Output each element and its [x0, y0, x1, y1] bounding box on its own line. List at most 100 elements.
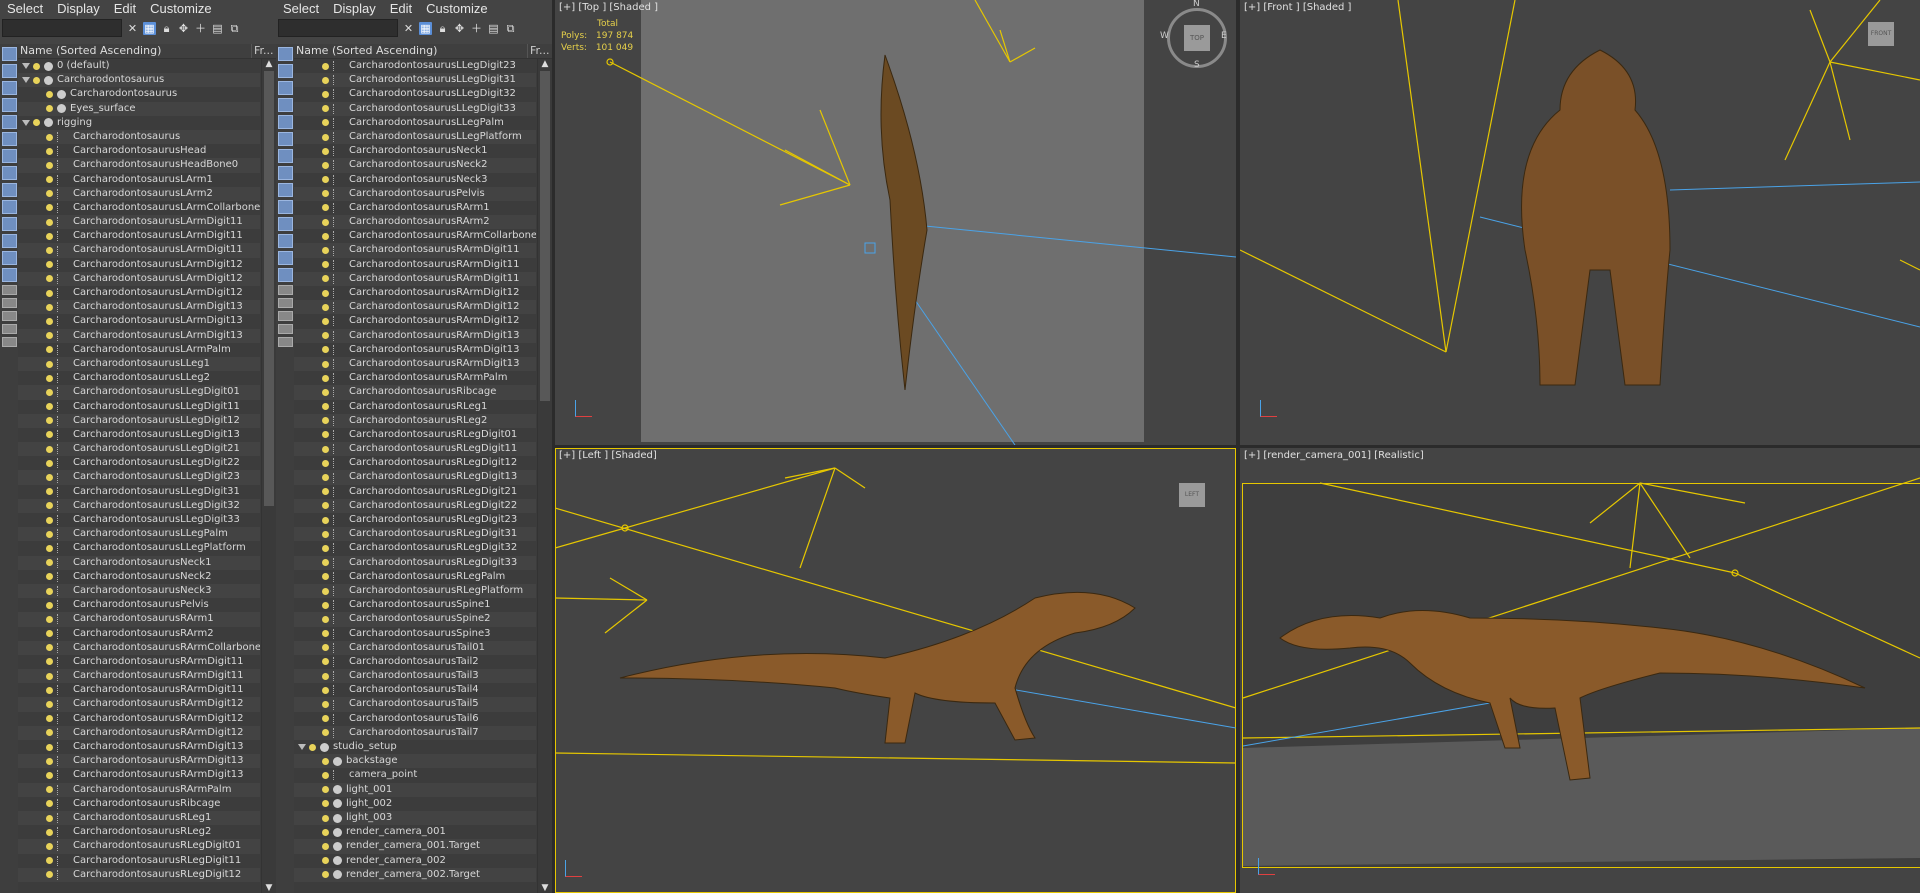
bones-filter-icon[interactable]	[278, 200, 293, 214]
list-item[interactable]: CarcharodontosaurusTail6	[294, 712, 536, 726]
visibility-bulb-icon[interactable]	[46, 771, 53, 779]
list-item[interactable]: Carcharodontosaurus	[18, 73, 260, 88]
list-item[interactable]: CarcharodontosaurusLLegDigit22	[18, 456, 260, 470]
visibility-bulb-icon[interactable]	[46, 247, 53, 255]
list-item[interactable]: CarcharodontosaurusLLegDigit23	[18, 470, 260, 485]
visibility-bulb-icon[interactable]	[322, 800, 329, 808]
visibility-bulb-icon[interactable]	[322, 474, 329, 482]
visibility-bulb-icon[interactable]	[322, 388, 329, 396]
scroll-thumb[interactable]	[540, 71, 550, 401]
visibility-bulb-icon[interactable]	[46, 630, 53, 638]
visibility-bulb-icon[interactable]	[322, 459, 329, 467]
visibility-bulb-icon[interactable]	[46, 133, 53, 141]
list-item[interactable]: Carcharodontosaurus	[18, 87, 260, 101]
visibility-bulb-icon[interactable]	[322, 105, 329, 113]
lights-filter-icon[interactable]	[278, 98, 293, 112]
list-item[interactable]: CarcharodontosaurusLLegDigit32	[18, 498, 260, 513]
list-item[interactable]: CarcharodontosaurusTail4	[294, 683, 536, 697]
visibility-bulb-icon[interactable]	[322, 76, 329, 84]
visibility-bulb-icon[interactable]	[322, 587, 329, 595]
visibility-bulb-icon[interactable]	[46, 573, 53, 581]
menu-display[interactable]: Display	[50, 1, 107, 16]
list-item[interactable]: CarcharodontosaurusRLeg2	[294, 413, 536, 428]
list-item[interactable]: CarcharodontosaurusLLegDigit13	[18, 428, 260, 442]
scroll-down-icon[interactable]: ▼	[262, 883, 276, 893]
options-icon[interactable]	[2, 337, 17, 347]
viewport-label[interactable]: [+] [Left ] [Shaded]	[559, 450, 657, 461]
visibility-bulb-icon[interactable]	[322, 729, 329, 737]
list-item[interactable]: CarcharodontosaurusLLegDigit33	[18, 513, 260, 527]
list-item[interactable]: CarcharodontosaurusLLegDigit01	[18, 385, 260, 400]
list-item[interactable]: CarcharodontosaurusTail01	[294, 640, 536, 655]
visibility-bulb-icon[interactable]	[46, 544, 53, 552]
visibility-bulb-icon[interactable]	[322, 488, 329, 496]
search-input[interactable]	[278, 19, 398, 37]
list-item[interactable]: CarcharodontosaurusLLegDigit12	[18, 413, 260, 428]
list-item[interactable]: CarcharodontosaurusLLeg2	[18, 371, 260, 385]
scroll-up-icon[interactable]: ▲	[262, 59, 276, 69]
visibility-bulb-icon[interactable]	[46, 800, 53, 808]
list-item[interactable]: CarcharodontosaurusLLegDigit21	[18, 442, 260, 457]
name-column-header[interactable]: Name (Sorted Ascending)	[294, 44, 527, 58]
list-item[interactable]: CarcharodontosaurusRArmDigit12	[294, 286, 536, 300]
list-item[interactable]: CarcharodontosaurusLLegDigit31	[18, 485, 260, 499]
visibility-bulb-icon[interactable]	[322, 544, 329, 552]
list-item[interactable]: CarcharodontosaurusRLegDigit21	[294, 485, 536, 499]
expand-toggle-icon[interactable]	[22, 77, 30, 84]
visibility-bulb-icon[interactable]	[322, 261, 329, 269]
list-item[interactable]: CarcharodontosaurusLArm1	[18, 173, 260, 187]
list-item[interactable]: CarcharodontosaurusRLegDigit23	[294, 513, 536, 527]
groups-filter-icon[interactable]	[278, 166, 293, 180]
visibility-bulb-icon[interactable]	[322, 630, 329, 638]
list-item[interactable]: CarcharodontosaurusLArmCollarbone	[18, 201, 260, 215]
visibility-bulb-icon[interactable]	[322, 573, 329, 581]
visibility-bulb-icon[interactable]	[46, 828, 53, 836]
visibility-bulb-icon[interactable]	[46, 743, 53, 751]
visibility-bulb-icon[interactable]	[322, 786, 329, 794]
list-item[interactable]: CarcharodontosaurusRArmDigit11	[18, 669, 260, 684]
list-item[interactable]: CarcharodontosaurusRLegDigit12	[294, 456, 536, 470]
list-item[interactable]: CarcharodontosaurusNeck1	[294, 144, 536, 158]
clear-search-icon[interactable]: ✕	[126, 22, 139, 35]
visibility-bulb-icon[interactable]	[46, 431, 53, 439]
list-item[interactable]: CarcharodontosaurusRArmDigit12	[294, 314, 536, 328]
list-item[interactable]: CarcharodontosaurusHead	[18, 144, 260, 158]
visibility-bulb-icon[interactable]	[46, 289, 53, 297]
visibility-bulb-icon[interactable]	[322, 715, 329, 723]
visibility-bulb-icon[interactable]	[46, 757, 53, 765]
list-item[interactable]: CarcharodontosaurusRLeg1	[294, 400, 536, 414]
visibility-bulb-icon[interactable]	[46, 729, 53, 737]
list-item[interactable]: CarcharodontosaurusSpine1	[294, 598, 536, 612]
list-item[interactable]: CarcharodontosaurusLLegPlatform	[18, 541, 260, 555]
list-item[interactable]: CarcharodontosaurusRArm2	[18, 627, 260, 641]
visibility-bulb-icon[interactable]	[322, 133, 329, 141]
list-item[interactable]: CarcharodontosaurusRArmDigit13	[294, 356, 536, 372]
list-item[interactable]: CarcharodontosaurusPelvis	[18, 598, 260, 612]
list-item[interactable]: CarcharodontosaurusRLegPalm	[294, 570, 536, 584]
list-item[interactable]: CarcharodontosaurusRArmDigit11	[294, 258, 536, 272]
list-item[interactable]: CarcharodontosaurusNeck2	[18, 570, 260, 584]
display-all-icon[interactable]	[278, 47, 293, 61]
visibility-bulb-icon[interactable]	[322, 871, 329, 879]
list-item[interactable]: render_camera_002	[294, 854, 536, 868]
sync-selection-icon[interactable]: ✥	[453, 22, 466, 35]
visibility-bulb-icon[interactable]	[322, 757, 329, 765]
list-item[interactable]: CarcharodontosaurusRArmDigit13	[18, 768, 260, 782]
visibility-bulb-icon[interactable]	[46, 658, 53, 666]
visibility-bulb-icon[interactable]	[46, 559, 53, 567]
list-item[interactable]: CarcharodontosaurusLArm2	[18, 186, 260, 201]
list-item[interactable]: CarcharodontosaurusLLegPlatform	[294, 129, 536, 145]
list-item[interactable]: light_001	[294, 782, 536, 797]
list-item[interactable]: CarcharodontosaurusRLegDigit13	[294, 470, 536, 485]
scroll-up-icon[interactable]: ▲	[538, 59, 552, 69]
visibility-bulb-icon[interactable]	[46, 715, 53, 723]
visibility-bulb-icon[interactable]	[46, 346, 53, 354]
list-item[interactable]: CarcharodontosaurusTail5	[294, 697, 536, 712]
visibility-bulb-icon[interactable]	[46, 317, 53, 325]
visibility-bulb-icon[interactable]	[309, 743, 316, 751]
list-item[interactable]: CarcharodontosaurusRArmDigit11	[18, 655, 260, 669]
list-item[interactable]: CarcharodontosaurusRLegPlatform	[294, 583, 536, 599]
visibility-bulb-icon[interactable]	[46, 601, 53, 609]
spacewarps-filter-icon[interactable]	[278, 149, 293, 163]
name-column-header[interactable]: Name (Sorted Ascending)	[18, 44, 251, 58]
